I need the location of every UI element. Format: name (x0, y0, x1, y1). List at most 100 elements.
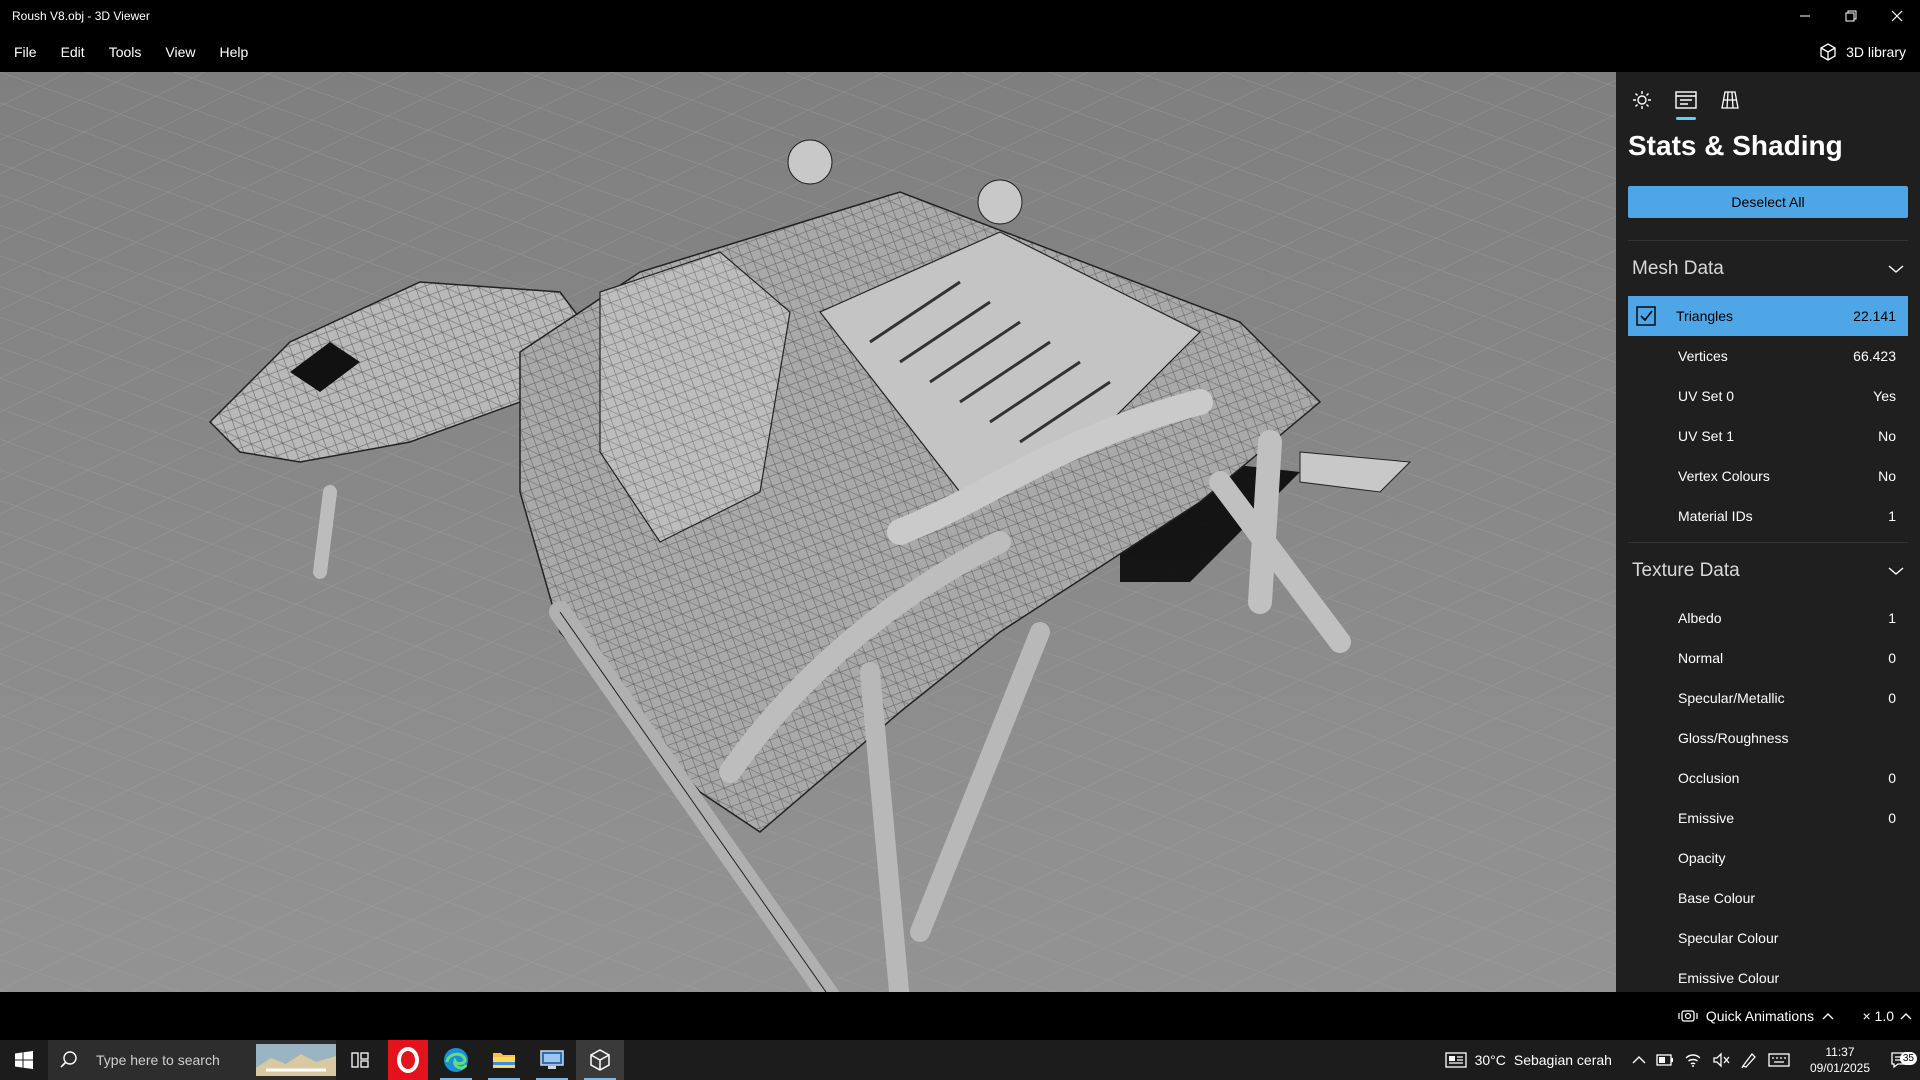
taskbar-3d-viewer[interactable] (576, 1040, 624, 1080)
mesh-row-value: 1 (1888, 508, 1896, 524)
opera-icon (388, 1040, 428, 1080)
texture-row-label: Albedo (1678, 610, 1722, 626)
3d-viewport[interactable] (0, 72, 1616, 992)
menu-view[interactable]: View (153, 32, 207, 72)
animation-speed[interactable]: × 1.0 (1862, 992, 1912, 1040)
clock[interactable]: 11:37 09/01/2025 (1800, 1044, 1880, 1076)
chevron-down-icon (1888, 566, 1904, 575)
mesh-row-value: 22.141 (1853, 308, 1896, 324)
pen-icon[interactable] (1740, 1051, 1758, 1069)
taskbar-opera[interactable] (384, 1040, 432, 1080)
keyboard-icon[interactable] (1768, 1053, 1790, 1067)
mesh-data-header[interactable]: Mesh Data (1628, 240, 1908, 296)
animation-speed-value: × 1.0 (1862, 1008, 1894, 1024)
texture-row-normal[interactable]: Normal 0 (1628, 638, 1908, 678)
mesh-row-label: UV Set 0 (1678, 388, 1735, 404)
chevron-up-icon[interactable] (1632, 1055, 1646, 1065)
texture-row-specular-colour[interactable]: Specular Colour (1628, 918, 1908, 958)
tab-lighting[interactable] (1628, 86, 1656, 114)
quick-animations-button[interactable]: Quick Animations (1678, 992, 1834, 1040)
texture-row-value: 0 (1888, 810, 1896, 826)
texture-row-specular-metallic[interactable]: Specular/Metallic 0 (1628, 678, 1908, 718)
clock-time: 11:37 (1825, 1045, 1855, 1059)
texture-data-header[interactable]: Texture Data (1628, 542, 1908, 598)
weather-desc: Sebagian cerah (1513, 1052, 1612, 1068)
menu-edit[interactable]: Edit (49, 32, 97, 72)
texture-row-label: Specular Colour (1678, 930, 1779, 946)
restore-button[interactable] (1828, 0, 1874, 32)
texture-row-label: Base Colour (1678, 890, 1756, 906)
mesh-row-label: Vertex Colours (1678, 468, 1770, 484)
texture-row-opacity[interactable]: Opacity (1628, 838, 1908, 878)
mesh-row-value: No (1878, 468, 1896, 484)
start-button[interactable] (0, 1040, 48, 1080)
viewport-canvas[interactable] (0, 72, 1616, 992)
task-view-icon (351, 1052, 369, 1068)
texture-row-value: 0 (1888, 650, 1896, 666)
mesh-row-vertices[interactable]: Vertices 66.423 (1628, 336, 1908, 376)
title-bar: Roush V8.obj - 3D Viewer (0, 0, 1920, 32)
mesh-row-label: Material IDs (1678, 508, 1753, 524)
volume-muted-icon[interactable] (1712, 1052, 1730, 1068)
mesh-row-uv-set-0[interactable]: UV Set 0 Yes (1628, 376, 1908, 416)
notification-count: 35 (1899, 1052, 1917, 1065)
texture-row-label: Emissive (1678, 810, 1735, 826)
grid-icon (1721, 91, 1739, 109)
mesh-row-value: Yes (1873, 388, 1896, 404)
mesh-row-value: 66.423 (1853, 348, 1896, 364)
deselect-all-button[interactable]: Deselect All (1628, 186, 1908, 218)
news-icon (1444, 1052, 1467, 1068)
texture-row-base-colour[interactable]: Base Colour (1628, 878, 1908, 918)
mesh-row-vertex-colours[interactable]: Vertex Colours No (1628, 456, 1908, 496)
menu-tools[interactable]: Tools (97, 32, 154, 72)
menu-file[interactable]: File (0, 32, 49, 72)
texture-row-gloss-roughness[interactable]: Gloss/Roughness (1628, 718, 1908, 758)
texture-data-section: Texture Data Albedo 1 Normal 0 Specular/… (1616, 542, 1920, 998)
wifi-icon[interactable] (1684, 1052, 1702, 1068)
texture-row-label: Opacity (1678, 850, 1726, 866)
taskbar-remote-desktop[interactable] (528, 1040, 576, 1080)
task-view-button[interactable] (336, 1040, 384, 1080)
triangles-checkbox[interactable] (1628, 306, 1664, 326)
texture-row-occlusion[interactable]: Occlusion 0 (1628, 758, 1908, 798)
app-bottom-bar: Quick Animations × 1.0 (0, 992, 1920, 1040)
taskbar-edge[interactable] (432, 1040, 480, 1080)
mesh-row-label: Triangles (1676, 308, 1734, 324)
minimize-icon (1800, 15, 1810, 17)
weather-widget[interactable]: 30°C Sebagian cerah (1444, 1051, 1632, 1069)
tab-stats-shading[interactable] (1672, 86, 1700, 120)
window-controls (1782, 0, 1920, 32)
texture-row-label: Emissive Colour (1678, 970, 1780, 986)
texture-row-label: Gloss/Roughness (1678, 730, 1789, 746)
monitor-icon (540, 1050, 564, 1069)
tab-grid-view[interactable] (1716, 86, 1744, 114)
texture-row-value: 0 (1888, 690, 1896, 706)
clock-date: 09/01/2025 (1809, 1061, 1870, 1075)
mesh-row-material-ids[interactable]: Material IDs 1 (1628, 496, 1908, 536)
window-title: Roush V8.obj - 3D Viewer (12, 9, 150, 23)
search-placeholder: Type here to search (96, 1052, 220, 1068)
texture-row-albedo[interactable]: Albedo 1 (1628, 598, 1908, 638)
close-icon (1891, 10, 1903, 22)
mesh-row-uv-set-1[interactable]: UV Set 1 No (1628, 416, 1908, 456)
stats-panel: Stats & Shading Deselect All Mesh Data T… (1616, 72, 1920, 992)
close-button[interactable] (1874, 0, 1920, 32)
texture-row-value: 1 (1888, 610, 1896, 626)
left-leg (313, 485, 337, 579)
texture-row-emissive[interactable]: Emissive 0 (1628, 798, 1908, 838)
battery-icon[interactable] (1656, 1053, 1674, 1067)
taskbar-file-explorer[interactable] (480, 1040, 528, 1080)
notification-center-button[interactable]: 35 (1880, 1051, 1920, 1069)
3d-library-label: 3D library (1846, 44, 1906, 60)
menu-help[interactable]: Help (207, 32, 260, 72)
mesh-row-triangles[interactable]: Triangles 22.141 (1628, 296, 1908, 336)
search-highlight-image (256, 1044, 336, 1076)
quick-animations-label: Quick Animations (1705, 1008, 1814, 1024)
stats-icon (1675, 91, 1697, 109)
mesh-data-heading: Mesh Data (1632, 257, 1724, 279)
panel-tabs (1616, 72, 1920, 122)
texture-row-label: Normal (1678, 650, 1724, 666)
taskbar-search[interactable]: Type here to search (48, 1040, 336, 1080)
3d-library-button[interactable]: 3D library (1818, 32, 1906, 72)
minimize-button[interactable] (1782, 0, 1828, 32)
